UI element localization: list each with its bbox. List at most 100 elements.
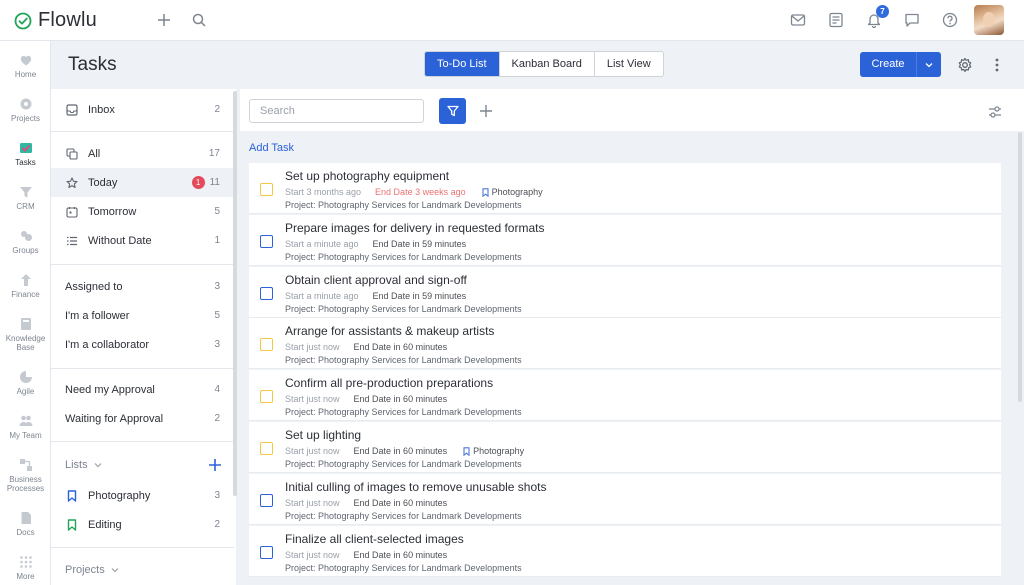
task-start-date: Start a minute ago [285, 290, 359, 301]
notifications-count-badge: 7 [876, 5, 889, 18]
lists-section-toggle[interactable]: Lists [65, 459, 102, 471]
filter-collaborator[interactable]: I'm a collaborator 3 [51, 330, 234, 359]
task-checkbox[interactable] [260, 493, 273, 507]
projects-section-toggle[interactable]: Projects [65, 564, 119, 576]
task-row[interactable]: Arrange for assistants & makeup artists S… [249, 318, 1001, 370]
notes-icon [829, 12, 843, 28]
task-row[interactable]: Finalize all client-selected images Start… [249, 525, 1001, 577]
task-list-scrollbar[interactable] [1018, 132, 1022, 402]
add-filter-button[interactable] [478, 103, 494, 119]
task-project: Project: Photography Services for Landma… [285, 510, 522, 521]
add-list-button[interactable] [208, 458, 222, 472]
task-checkbox[interactable] [260, 442, 273, 455]
filter-tomorrow[interactable]: Tomorrow 5 [51, 197, 234, 226]
global-search-button[interactable] [187, 8, 211, 32]
notes-button[interactable] [824, 8, 848, 32]
task-end-date: End Date in 59 minutes [372, 238, 467, 249]
tab-todo-list[interactable]: To-Do List [425, 52, 500, 76]
nav-my-team[interactable]: My Team [0, 414, 51, 440]
task-title[interactable]: Finalize all client-selected images [285, 532, 464, 546]
nav-home[interactable]: Home [0, 53, 51, 79]
app-name: Flowlu [38, 9, 97, 31]
filter-without-date[interactable]: Without Date 1 [51, 226, 234, 255]
add-task-link[interactable]: Add Task [249, 142, 294, 154]
mail-button[interactable] [786, 8, 810, 32]
nav-tasks[interactable]: Tasks [0, 141, 51, 167]
task-start-date: Start just now [285, 549, 340, 560]
filter-button[interactable] [439, 98, 466, 124]
task-checkbox[interactable] [260, 390, 273, 404]
nav-crm[interactable]: CRM [0, 185, 51, 211]
tab-kanban-board[interactable]: Kanban Board [500, 52, 595, 76]
user-avatar[interactable] [974, 5, 1004, 35]
search-input[interactable] [249, 99, 424, 123]
nav-business-processes[interactable]: Business Processes [0, 458, 51, 493]
task-checkbox[interactable] [260, 338, 273, 352]
task-row[interactable]: Set up photography equipment Start 3 mont… [249, 163, 1001, 214]
nav-more[interactable]: More [0, 555, 51, 581]
task-title[interactable]: Initial culling of images to remove unus… [285, 480, 546, 494]
filter-today[interactable]: Today 1 11 [51, 168, 234, 197]
settings-button[interactable] [953, 53, 977, 77]
task-row[interactable]: Initial culling of images to remove unus… [249, 473, 1001, 525]
notifications-button[interactable]: 7 [862, 5, 889, 32]
task-checkbox[interactable] [260, 234, 273, 248]
chevron-down-icon [925, 62, 933, 67]
nav-finance[interactable]: Finance [0, 273, 51, 299]
task-row[interactable]: Confirm all pre-production preparations S… [249, 370, 1001, 422]
plus-icon [480, 105, 492, 117]
star-icon [65, 176, 79, 190]
task-project: Project: Photography Services for Landma… [285, 355, 522, 366]
filter-assigned-to[interactable]: Assigned to 3 [51, 272, 234, 301]
task-checkbox[interactable] [260, 545, 273, 559]
task-title[interactable]: Set up lighting [285, 428, 361, 442]
task-checkbox[interactable] [260, 286, 273, 300]
task-title[interactable]: Obtain client approval and sign-off [285, 273, 467, 287]
create-dropdown-toggle[interactable] [916, 52, 941, 77]
chevron-down-icon [94, 463, 102, 468]
task-row[interactable]: Set up lighting Start just now End Date in… [249, 422, 1001, 473]
bookmark-icon [463, 446, 470, 456]
add-button[interactable] [152, 8, 176, 32]
filter-inbox[interactable]: Inbox 2 [51, 95, 234, 124]
list-photography-count: 3 [214, 490, 220, 501]
task-row[interactable]: Prepare images for delivery in requested… [249, 214, 1001, 266]
task-checkbox[interactable] [260, 183, 273, 196]
team-icon [19, 415, 32, 426]
more-options-button[interactable] [985, 53, 1009, 77]
nav-projects[interactable]: Projects [0, 97, 51, 123]
view-settings-button[interactable] [987, 104, 1003, 120]
lists-section-title: Lists [65, 459, 88, 471]
task-row[interactable]: Obtain client approval and sign-off Start… [249, 266, 1001, 318]
app-logo[interactable]: Flowlu [14, 9, 97, 32]
task-project: Project: Photography Services for Landma… [285, 562, 522, 573]
task-title[interactable]: Confirm all pre-production preparations [285, 376, 493, 390]
nav-docs[interactable]: Docs [0, 511, 51, 537]
tab-list-view[interactable]: List View [595, 52, 663, 76]
nav-agile[interactable]: Agile [0, 370, 51, 396]
task-list-tag: Photography [463, 446, 524, 456]
task-tag-label: Photography [473, 446, 525, 456]
help-button[interactable] [938, 8, 962, 32]
filter-tomorrow-label: Tomorrow [88, 205, 137, 218]
filter-waiting-approval[interactable]: Waiting for Approval 2 [51, 404, 234, 433]
divider [51, 368, 234, 369]
nav-groups[interactable]: Groups [0, 229, 51, 255]
task-title[interactable]: Arrange for assistants & makeup artists [285, 324, 494, 338]
filter-inbox-label: Inbox [88, 103, 115, 116]
filter-all[interactable]: All 17 [51, 139, 234, 168]
filter-need-approval[interactable]: Need my Approval 4 [51, 375, 234, 404]
filter-without-date-count: 1 [214, 235, 220, 246]
chat-button[interactable] [900, 8, 924, 32]
task-title[interactable]: Set up photography equipment [285, 169, 449, 183]
task-title[interactable]: Prepare images for delivery in requested… [285, 221, 544, 235]
filter-follower[interactable]: I'm a follower 5 [51, 301, 234, 330]
filter-all-count: 17 [208, 148, 220, 159]
task-meta: Start 3 months ago End Date 3 weeks ago Ph… [285, 187, 543, 197]
list-editing[interactable]: Editing 2 [51, 510, 234, 539]
nav-knowledge-base[interactable]: Knowledge Base [0, 317, 51, 352]
filters-scrollbar[interactable] [233, 91, 237, 496]
list-photography[interactable]: Photography 3 [51, 481, 234, 510]
filter-tomorrow-count: 5 [214, 206, 220, 217]
create-button[interactable]: Create [860, 52, 941, 77]
